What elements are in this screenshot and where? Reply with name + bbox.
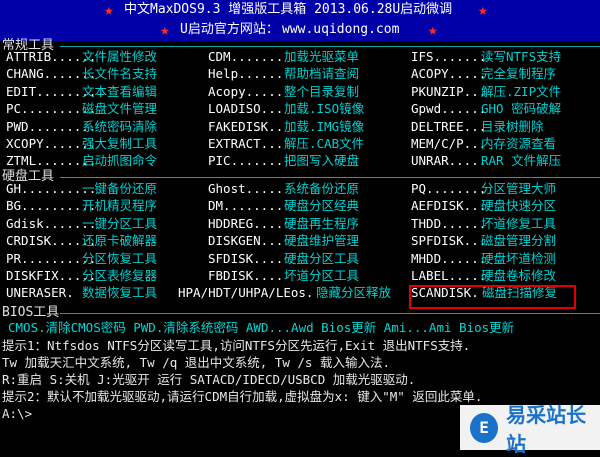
watermark-logo: E 易采站长站 (460, 405, 600, 456)
tool-description: 磁盘管理分割 (481, 233, 557, 249)
selection-highlight (409, 285, 576, 309)
tool-command[interactable]: DELTREE... (411, 120, 486, 134)
tool-command[interactable]: HPA/HDT/UHPA/LEos. (178, 287, 313, 300)
tool-description: 坏道分区工具 (284, 268, 360, 283)
section-bios-title: BIOS工具 (2, 305, 60, 320)
star-icon: ★ (428, 20, 438, 39)
tool-description: 硬盘快速分区 (481, 198, 557, 214)
tool-command[interactable]: SPFDISK... (411, 235, 486, 248)
tool-description: 硬盘坏道检测 (481, 250, 557, 266)
star-icon: ★ (104, 0, 114, 19)
hint-line-4: 提示2：默认不加载光驱驱动,请运行CDM自行加载,虚拟盘为x: 键入"M" 返回… (2, 389, 483, 404)
tool-command[interactable]: FBDISK.... (208, 269, 283, 283)
tool-description: 分区管理大师 (481, 181, 557, 196)
page-title: 中文MaxDOS9.3 增强版工具箱 2013.06.28U启动微调 (124, 2, 453, 17)
bios-tools-line[interactable]: CMOS.清除CMOS密码 PWD.清除系统密码 AWD...Awd Bios更… (8, 321, 514, 335)
site-label: U启动官方网站： (180, 22, 279, 37)
tool-command[interactable]: Ghost..... (208, 182, 283, 196)
tool-description: 分区表修复器 (82, 268, 158, 283)
tool-command[interactable]: CDM....... (208, 50, 283, 64)
star-icon: ★ (160, 20, 170, 39)
tool-description: 数据恢复工具 (82, 285, 158, 301)
tool-description: 一键备份还原 (82, 181, 158, 196)
tool-description: 解压.CAB文件 (284, 136, 365, 151)
tool-description: 坏道修复工具 (481, 215, 557, 231)
tool-command[interactable]: Acopy..... (208, 85, 283, 99)
logo-icon: E (470, 412, 499, 443)
tool-command[interactable]: AEFDISK... (411, 200, 486, 213)
tool-description: 帮助档请查阅 (284, 66, 360, 82)
tool-command[interactable]: MEM/C/P... (411, 137, 486, 151)
tool-description: 硬盘分区经典 (284, 198, 360, 214)
tool-command[interactable]: IFS....... (411, 50, 486, 64)
tool-description: 解压.ZIP文件 (481, 83, 562, 99)
tool-command[interactable]: LOADISO... (208, 103, 283, 116)
tool-description: 把图写入硬盘 (284, 153, 360, 169)
tool-command[interactable]: PIC....... (208, 155, 283, 168)
tool-description: 完全复制程序 (481, 66, 557, 82)
tool-description: 隐藏分区释放 (316, 285, 392, 301)
tool-description: 加载.IMG镜像 (284, 118, 365, 134)
hint-line-3: R:重启 S:关机 J:光驱开 运行 SATACD/IDECD/USBCD 加载… (2, 372, 416, 387)
tool-command[interactable]: UNERASER. (6, 287, 74, 300)
section-divider (60, 46, 600, 47)
tool-description: 硬盘卷标修改 (481, 268, 557, 283)
tool-description: 文件属性修改 (82, 49, 158, 64)
tool-command[interactable]: EXTRACT... (208, 137, 283, 151)
tool-description: 磁盘文件管理 (82, 101, 158, 117)
tool-command[interactable]: UNRAR..... (411, 155, 486, 168)
tool-description: 内存资源查看 (481, 136, 557, 151)
tool-description: 强大复制工具 (82, 136, 158, 151)
hint-line-1: 提示1：Ntfsdos NTFS分区读写工具,访问NTFS分区先运行,Exit … (2, 338, 471, 353)
tool-command[interactable]: DISKGEN... (208, 235, 283, 248)
tool-description: 读写NTFS支持 (481, 49, 562, 64)
tool-description: 硬盘再生程序 (284, 215, 360, 231)
tool-command[interactable]: Help...... (208, 68, 283, 81)
section-divider (60, 313, 600, 314)
site-url[interactable]: www.uqidong.com (282, 23, 399, 36)
tool-description: 开机精灵程序 (82, 198, 158, 214)
tool-description: 目录树删除 (481, 118, 544, 134)
tool-description: 长文件名支持 (82, 66, 158, 82)
command-prompt[interactable]: A:\> (2, 407, 32, 421)
tool-command[interactable]: DM........ (208, 200, 283, 213)
section-divider (60, 177, 600, 178)
tool-command[interactable]: PKUNZIP... (411, 85, 486, 99)
tool-command[interactable]: FAKEDISK.. (208, 120, 283, 134)
tool-description: 还原卡破解器 (82, 233, 158, 249)
tool-description: 加载光驱菜单 (284, 49, 360, 64)
tool-description: 启动抓图命令 (82, 153, 158, 169)
tool-command[interactable]: THDD...... (411, 217, 486, 231)
tool-description: 一键分区工具 (82, 215, 158, 231)
tool-description: 系统备份还原 (284, 181, 360, 196)
tool-command[interactable]: MHDD...... (411, 252, 486, 266)
tool-command[interactable]: SFDISK.... (208, 252, 283, 266)
tool-description: 硬盘分区工具 (284, 250, 360, 266)
watermark-text: 易采站长站 (506, 404, 587, 456)
tool-description: 整个目录复制 (284, 83, 360, 99)
tool-description: GHO 密码破解 (481, 101, 562, 117)
tool-description: 加载.ISO镜像 (284, 101, 365, 117)
tool-command[interactable]: HDDREG.... (208, 217, 283, 231)
tool-command[interactable]: LABEL..... (411, 269, 486, 283)
hint-line-2: Tw 加载天汇中文系统, Tw /q 退出中文系统, Tw /s 载入输入法. (2, 355, 391, 370)
tool-description: RAR 文件解压 (481, 153, 562, 169)
tool-description: 硬盘维护管理 (284, 233, 360, 249)
tool-description: 文本查看编辑 (82, 83, 158, 99)
tool-command[interactable]: ACOPY..... (411, 68, 486, 81)
star-icon: ★ (478, 0, 488, 19)
tool-description: 分区恢复工具 (82, 250, 158, 266)
tool-command[interactable]: Gpwd...... (411, 103, 486, 116)
tool-description: 系统密码清除 (82, 118, 158, 134)
tool-command[interactable]: PQ........ (411, 182, 486, 196)
